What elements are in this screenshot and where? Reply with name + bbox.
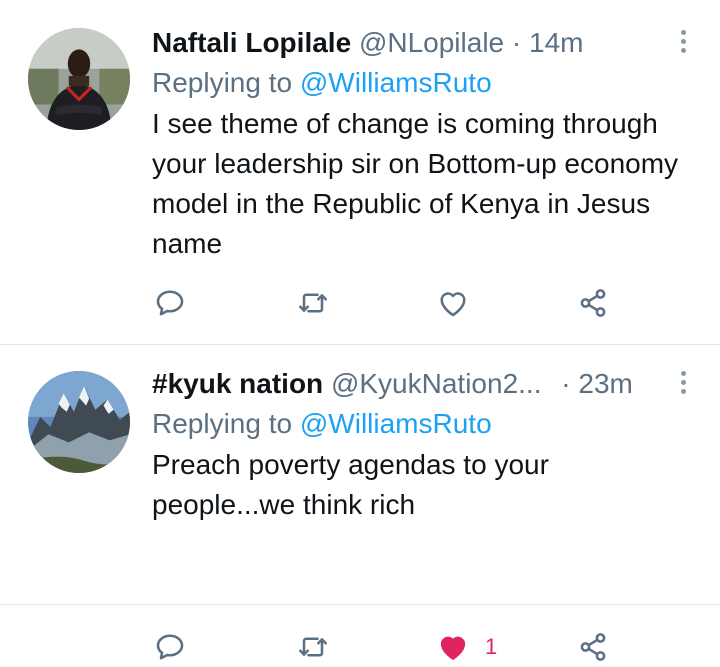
retweet-icon [298,637,328,657]
replying-to-line: Replying to @WilliamsRuto [152,64,690,102]
replying-to-line: Replying to @WilliamsRuto [152,405,690,443]
replying-to-label: Replying to [152,408,293,439]
avatar[interactable] [28,28,130,130]
reply-icon [156,634,184,660]
retweet-icon [298,293,328,313]
tweet-actions: 1 [152,627,720,667]
replying-to-label: Replying to [152,67,293,98]
share-icon [580,289,606,317]
tweet-content: #kyuk nation @KyukNation2... · 23m Reply… [152,365,690,525]
tweet-text: I see theme of change is coming through … [152,108,679,259]
reply-button[interactable] [152,283,188,323]
like-icon [440,292,466,317]
separator-dot: · [561,368,571,399]
retweet-button[interactable] [295,627,331,667]
share-icon [580,633,606,661]
reply-icon [156,290,184,316]
replying-to-mention[interactable]: @WilliamsRuto [300,67,492,98]
display-name[interactable]: #kyuk nation [152,368,323,399]
tweet-text: Preach poverty agendas to your people...… [152,449,549,520]
like-button[interactable] [435,283,471,323]
tweet-content: Naftali Lopilale @NLopilale · 14m Replyi… [152,24,690,264]
share-button[interactable] [575,283,611,323]
tweet-actions [152,283,720,323]
like-count: 1 [485,634,498,659]
more-options-icon[interactable] [678,30,688,56]
timestamp[interactable]: 14m [529,27,583,58]
avatar[interactable] [28,371,130,473]
tweet[interactable]: #kyuk nation @KyukNation2... · 23m Reply… [0,345,720,661]
reply-button[interactable] [152,627,188,667]
tweet-header: #kyuk nation @KyukNation2... · 23m [152,365,690,403]
more-options-icon[interactable] [678,371,688,397]
tweet-header: Naftali Lopilale @NLopilale · 14m [152,24,690,62]
share-button[interactable] [575,627,611,667]
retweet-button[interactable] [295,283,331,323]
tweet[interactable]: Naftali Lopilale @NLopilale · 14m Replyi… [0,0,720,345]
separator-dot: · [511,27,522,58]
replying-to-mention[interactable]: @WilliamsRuto [300,408,492,439]
like-button[interactable]: 1 [435,627,497,667]
user-handle[interactable]: @KyukNation2... [331,365,542,403]
user-handle[interactable]: @NLopilale [359,27,504,58]
display-name[interactable]: Naftali Lopilale [152,27,351,58]
timestamp[interactable]: 23m [578,368,632,399]
like-icon [440,636,466,660]
